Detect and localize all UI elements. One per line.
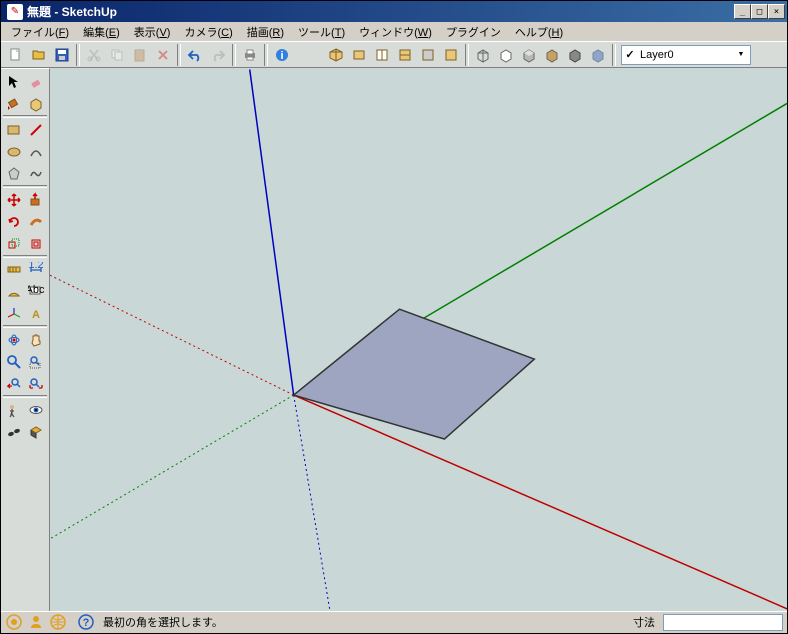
svg-text:i: i xyxy=(280,50,283,62)
statusbar: ? 最初の角を選択します。 寸法 xyxy=(1,611,787,633)
scale-tool[interactable] xyxy=(3,233,24,254)
axes-and-geometry xyxy=(50,68,787,610)
offset-tool[interactable] xyxy=(25,233,46,254)
xray-button[interactable] xyxy=(587,44,609,66)
freehand-tool[interactable] xyxy=(25,163,46,184)
zoom-tool[interactable] xyxy=(3,351,24,372)
polygon-tool[interactable] xyxy=(3,163,24,184)
shaded-button[interactable] xyxy=(518,44,540,66)
move-tool[interactable] xyxy=(3,189,24,210)
window-title: 無題 - SketchUp xyxy=(27,3,734,20)
left-toolbar: 1.2 Abc A xyxy=(1,68,50,610)
look-around-tool[interactable] xyxy=(25,399,46,420)
main-toolbar: i ✓ Layer0 ▼ xyxy=(1,41,787,68)
zoom-prev-tool[interactable] xyxy=(3,373,24,394)
circle-tool[interactable] xyxy=(3,141,24,162)
monochrome-button[interactable] xyxy=(564,44,586,66)
maximize-button[interactable]: □ xyxy=(751,4,768,19)
svg-text:Abc: Abc xyxy=(28,284,44,296)
status-geo-icon[interactable] xyxy=(49,613,67,631)
top-view-button[interactable] xyxy=(348,44,370,66)
status-hint: 最初の角を選択します。 xyxy=(99,614,625,630)
undo-button[interactable] xyxy=(184,44,206,66)
svg-text:1.2: 1.2 xyxy=(28,262,43,271)
copy-button[interactable] xyxy=(106,44,128,66)
status-tip-icon[interactable] xyxy=(5,613,23,631)
zoom-window-tool[interactable] xyxy=(25,351,46,372)
left-view-button[interactable] xyxy=(440,44,462,66)
dimension-input[interactable] xyxy=(663,614,783,631)
right-view-button[interactable] xyxy=(394,44,416,66)
text-tool[interactable]: Abc xyxy=(25,281,46,302)
layer-dropdown[interactable]: ✓ Layer0 ▼ xyxy=(621,45,751,65)
redo-button[interactable] xyxy=(207,44,229,66)
dim-label: 寸法 xyxy=(629,614,659,630)
back-view-button[interactable] xyxy=(417,44,439,66)
open-button[interactable] xyxy=(28,44,50,66)
3dtext-tool[interactable]: A xyxy=(25,303,46,324)
minimize-button[interactable]: _ xyxy=(734,4,751,19)
paste-button[interactable] xyxy=(129,44,151,66)
zoom-extents-tool[interactable] xyxy=(25,373,46,394)
wireframe-button[interactable] xyxy=(472,44,494,66)
section-tool[interactable] xyxy=(25,421,46,442)
dropdown-icon: ▼ xyxy=(734,51,748,58)
check-icon: ✓ xyxy=(624,48,636,61)
menu-camera[interactable]: カメラ(C) xyxy=(178,22,238,42)
status-user-icon[interactable] xyxy=(27,613,45,631)
followme-tool[interactable] xyxy=(25,211,46,232)
paint-tool[interactable] xyxy=(3,93,24,114)
menu-tools[interactable]: ツール(T) xyxy=(292,22,351,42)
hiddenline-button[interactable] xyxy=(495,44,517,66)
component-tool[interactable] xyxy=(25,93,46,114)
viewport-3d[interactable] xyxy=(50,68,787,610)
menu-help[interactable]: ヘルプ(H) xyxy=(509,22,569,42)
arc-tool[interactable] xyxy=(25,141,46,162)
orbit-tool[interactable] xyxy=(3,329,24,350)
protractor-tool[interactable] xyxy=(3,281,24,302)
axes-tool[interactable] xyxy=(3,303,24,324)
dimension-tool[interactable]: 1.2 xyxy=(25,259,46,280)
line-tool[interactable] xyxy=(25,119,46,140)
iso-view-button[interactable] xyxy=(325,44,347,66)
select-tool[interactable] xyxy=(3,71,24,92)
svg-text:A: A xyxy=(32,309,40,321)
tape-tool[interactable] xyxy=(3,259,24,280)
position-camera-tool[interactable] xyxy=(3,399,24,420)
help-icon[interactable]: ? xyxy=(77,613,95,631)
menu-window[interactable]: ウィンドウ(W) xyxy=(353,22,438,42)
cut-button[interactable] xyxy=(83,44,105,66)
eraser-tool[interactable] xyxy=(25,71,46,92)
layer-name: Layer0 xyxy=(636,49,734,61)
svg-text:?: ? xyxy=(83,617,90,629)
shaded-texture-button[interactable] xyxy=(541,44,563,66)
walk-tool[interactable] xyxy=(3,421,24,442)
save-button[interactable] xyxy=(51,44,73,66)
menu-plugin[interactable]: プラグイン xyxy=(440,22,507,42)
menubar: ファイル(F) 編集(E) 表示(V) カメラ(C) 描画(R) ツール(T) … xyxy=(1,22,787,41)
rotate-tool[interactable] xyxy=(3,211,24,232)
menu-edit[interactable]: 編集(E) xyxy=(77,22,126,42)
pushpull-tool[interactable] xyxy=(25,189,46,210)
pan-tool[interactable] xyxy=(25,329,46,350)
menu-file[interactable]: ファイル(F) xyxy=(5,22,75,42)
close-button[interactable]: × xyxy=(768,4,785,19)
rectangle-tool[interactable] xyxy=(3,119,24,140)
print-button[interactable] xyxy=(239,44,261,66)
menu-view[interactable]: 表示(V) xyxy=(128,22,177,42)
front-view-button[interactable] xyxy=(371,44,393,66)
new-button[interactable] xyxy=(5,44,27,66)
model-info-button[interactable]: i xyxy=(271,44,293,66)
delete-button[interactable] xyxy=(152,44,174,66)
app-icon: ✎ xyxy=(7,4,23,20)
menu-draw[interactable]: 描画(R) xyxy=(241,22,290,42)
